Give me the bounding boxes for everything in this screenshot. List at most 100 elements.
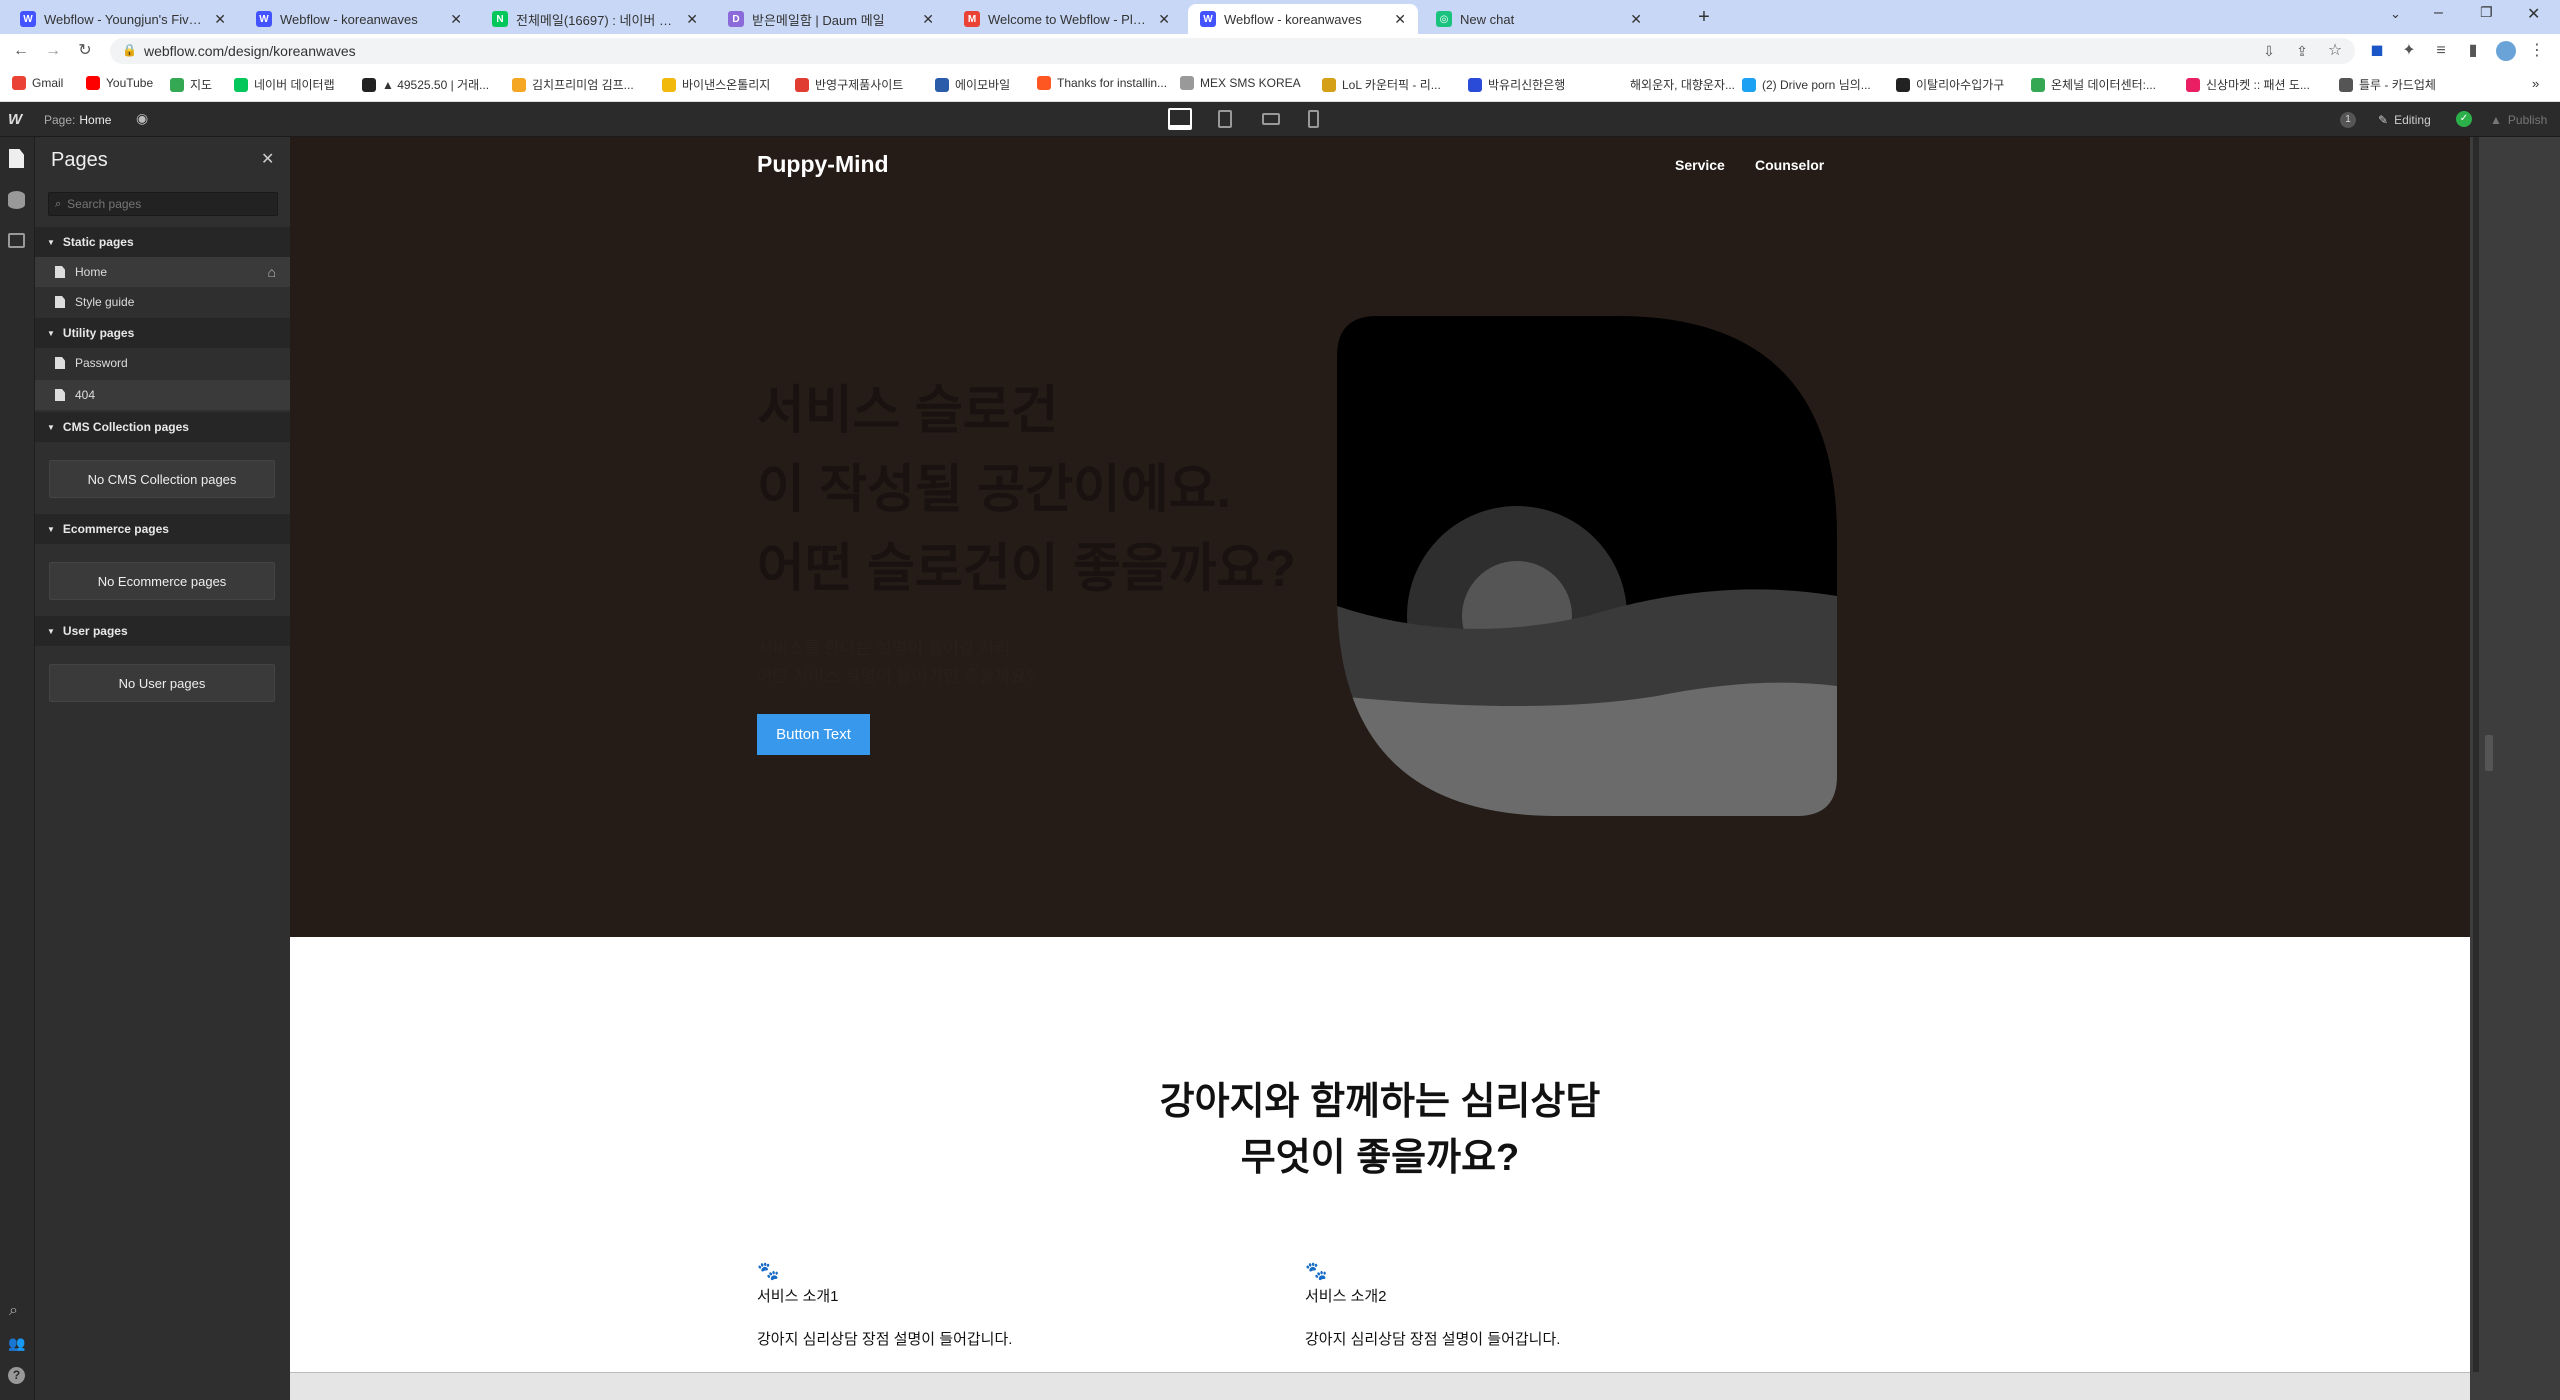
bookmark-item[interactable]: 온체널 데이터센터:... [2031, 76, 2156, 93]
more-bookmarks-icon[interactable]: » [2532, 76, 2539, 91]
browser-tab[interactable]: N 전체메일(16697) : 네이버 메일 ✕ [480, 4, 710, 34]
side-panel-icon[interactable]: ▮ [2464, 42, 2482, 60]
collaborators-icon[interactable]: 👥 [8, 1335, 25, 1352]
bookmark-item[interactable]: 김치프리미엄 김프... [512, 76, 634, 93]
canvas-scrollbar-track[interactable] [2473, 137, 2479, 1372]
tab-close-icon[interactable]: ✕ [1394, 11, 1406, 28]
reload-icon[interactable]: ↻ [76, 42, 94, 60]
webflow-logo-icon[interactable]: W [8, 111, 22, 128]
feature-card-1[interactable]: 🐾 서비스 소개1 강아지 심리상담 장점 설명이 들어갑니다. [757, 1259, 1257, 1349]
page-item-password[interactable]: Password [35, 348, 290, 378]
tab-close-icon[interactable]: ✕ [214, 11, 226, 28]
bookmark-star-icon[interactable]: ☆ [2326, 42, 2344, 60]
assets-icon[interactable] [8, 233, 25, 248]
tab-close-icon[interactable]: ✕ [1630, 11, 1642, 28]
bookmark-item[interactable]: 이탈리아수입가구 [1896, 76, 2004, 93]
notification-count-badge[interactable]: 1 [2340, 112, 2356, 128]
puzzle-extensions-icon[interactable]: ✦ [2400, 42, 2418, 60]
help-icon[interactable]: ? [8, 1367, 25, 1384]
publish-button[interactable]: ▲ Publish [2490, 113, 2547, 127]
breakpoint-mobile-portrait-icon[interactable] [1308, 110, 1319, 128]
section-user-pages[interactable]: ▼ User pages [35, 616, 290, 646]
tab-close-icon[interactable]: ✕ [1158, 11, 1170, 28]
extension-icon[interactable]: ◼ [2368, 42, 2386, 60]
bookmark-item[interactable]: 해외운자, 대향운자... [1610, 76, 1735, 93]
forward-icon[interactable]: → [44, 42, 62, 60]
hero-image-placeholder[interactable] [1337, 316, 1837, 816]
install-icon[interactable]: ⇩ [2260, 42, 2278, 60]
bookmark-item[interactable]: ▲ 49525.50 | 거래... [362, 76, 489, 93]
bookmark-item[interactable]: YouTube [86, 76, 153, 90]
bookmark-item[interactable]: MEX SMS KOREA [1180, 76, 1301, 90]
bookmark-item[interactable]: 반영구제품사이트 [795, 76, 903, 93]
reading-list-icon[interactable]: ≡ [2432, 42, 2450, 60]
feature-card-2[interactable]: 🐾 서비스 소개2 강아지 심리상담 장점 설명이 들어갑니다. [1305, 1259, 1805, 1349]
browser-menu-icon[interactable]: ⋮ [2528, 42, 2546, 60]
address-bar[interactable]: 🔒 webflow.com/design/koreanwaves [110, 38, 2355, 64]
page-selector[interactable]: Page: Home [44, 113, 111, 127]
section-static-pages[interactable]: ▼ Static pages [35, 227, 290, 257]
hero-description[interactable]: 서비스를 한다는 설명이 들어갈 자리 어떤 서비스 설명이 들어가면 좋을까요… [757, 635, 1036, 691]
bookmark-item[interactable]: 신상마켓 :: 패션 도... [2186, 76, 2310, 93]
share-icon[interactable]: ⇪ [2293, 42, 2311, 60]
back-icon[interactable]: ← [12, 42, 30, 60]
tab-close-icon[interactable]: ✕ [922, 11, 934, 28]
design-canvas[interactable]: Puppy-Mind Service Counselor 서비스 슬로건 이 작… [290, 137, 2470, 1372]
section-utility-pages[interactable]: ▼ Utility pages [35, 318, 290, 348]
bookmark-item[interactable]: 박유리신한은행 [1468, 76, 1565, 93]
bookmark-label: 네이버 데이터랩 [254, 78, 335, 92]
feature-desc: 강아지 심리상담 장점 설명이 들어갑니다. [757, 1331, 1013, 1348]
preview-eye-icon[interactable]: ◉ [136, 110, 148, 127]
browser-tab[interactable]: M Welcome to Webflow - Please v ✕ [952, 4, 1182, 34]
hero-slogan-heading[interactable]: 서비스 슬로건 이 작성될 공간이에요. 어떤 슬로건이 좋을까요? [757, 372, 1296, 609]
bookmark-item[interactable]: 네이버 데이터랩 [234, 76, 335, 93]
bookmark-item[interactable]: 틀루 - 카드업체 [2339, 76, 2436, 93]
browser-tab[interactable]: W Webflow - koreanwaves ✕ [244, 4, 474, 34]
bookmark-item[interactable]: 에이모바일 [935, 76, 1010, 93]
section-label: Static pages [62, 235, 134, 249]
hero-section[interactable]: Puppy-Mind Service Counselor 서비스 슬로건 이 작… [290, 137, 2470, 937]
bookmark-item[interactable]: Gmail [12, 76, 63, 90]
breakpoint-mobile-landscape-icon[interactable] [1262, 113, 1280, 125]
nav-link-service[interactable]: Service [1675, 157, 1725, 173]
site-brand-logo[interactable]: Puppy-Mind [757, 151, 889, 178]
resize-handle[interactable] [2485, 735, 2493, 771]
profile-avatar[interactable] [2496, 41, 2516, 61]
browser-tab[interactable]: W Webflow - Youngjun's Five-Star ✕ [8, 4, 238, 34]
page-item-404[interactable]: 404 [35, 380, 290, 410]
close-window-button[interactable]: ✕ [2527, 4, 2540, 24]
close-panel-icon[interactable]: ✕ [261, 149, 274, 169]
pages-panel-icon[interactable] [9, 149, 24, 168]
search-pages-input[interactable] [67, 197, 258, 211]
browser-tab[interactable]: W Webflow - koreanwaves ✕ [1188, 4, 1418, 34]
restore-window-button[interactable]: ❐ [2480, 4, 2493, 21]
breakpoint-desktop-star-icon[interactable] [1168, 108, 1192, 130]
bookmark-item[interactable]: 바이낸스온톨리지 [662, 76, 770, 93]
bookmark-item[interactable]: Thanks for installin... [1037, 76, 1167, 90]
editing-mode-button[interactable]: ✎ Editing [2378, 113, 2431, 127]
page-item-style-guide[interactable]: Style guide [35, 287, 290, 317]
browser-tab[interactable]: ◎ New chat ✕ [1424, 4, 1654, 34]
publish-label: Publish [2507, 113, 2548, 127]
bookmark-item[interactable]: 지도 [170, 76, 212, 93]
tab-search-chevron-icon[interactable]: ⌄ [2390, 6, 2401, 22]
hero-button[interactable]: Button Text [757, 714, 870, 755]
new-tab-button[interactable]: + [1692, 6, 1716, 29]
breakpoint-tablet-icon[interactable] [1218, 110, 1232, 128]
cms-database-icon[interactable] [8, 191, 25, 209]
search-icon: ⌕ [55, 197, 62, 210]
minimize-window-button[interactable]: – [2434, 4, 2443, 22]
search-icon[interactable]: ⌕ [9, 1302, 18, 1320]
section-heading[interactable]: 강아지와 함께하는 심리상담 무엇이 좋을까요? [290, 1074, 2470, 1186]
bookmark-item[interactable]: (2) Drive porn 님의... [1742, 76, 1871, 93]
bookmark-item[interactable]: LoL 카운터픽 - 리... [1322, 76, 1441, 93]
browser-tab[interactable]: D 받은메일함 | Daum 메일 ✕ [716, 4, 946, 34]
tab-close-icon[interactable]: ✕ [450, 11, 462, 28]
nav-link-counselor[interactable]: Counselor [1755, 157, 1824, 173]
section-ecommerce-pages[interactable]: ▼ Ecommerce pages [35, 514, 290, 544]
tab-close-icon[interactable]: ✕ [686, 11, 698, 28]
page-item-home[interactable]: Home ⌂ [35, 257, 290, 287]
search-pages-field[interactable]: ⌕ [48, 192, 278, 216]
section-cms-pages[interactable]: ▼ CMS Collection pages [35, 412, 290, 442]
home-icon[interactable]: ⌂ [268, 264, 276, 280]
